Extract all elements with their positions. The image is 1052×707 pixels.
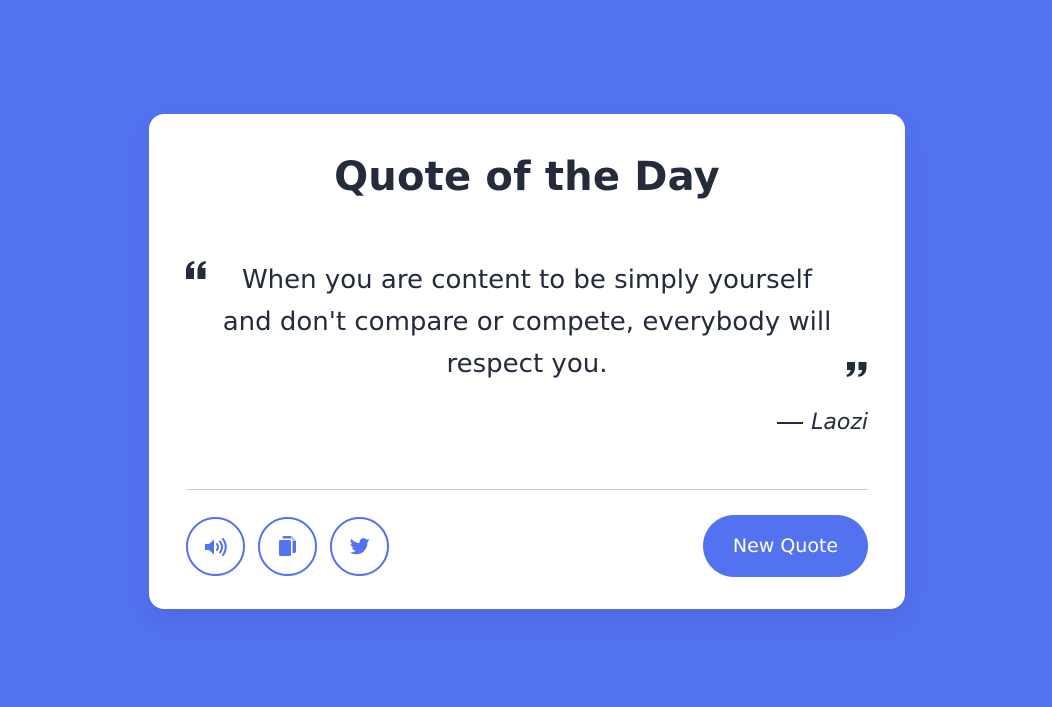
quote-card: Quote of the Day When you are content to…	[149, 114, 905, 609]
action-buttons	[186, 517, 389, 576]
author-name: Laozi	[811, 410, 868, 435]
quote-left-icon	[186, 261, 207, 279]
twitter-icon	[349, 538, 370, 555]
copy-button[interactable]	[258, 517, 317, 576]
speak-button[interactable]	[186, 517, 245, 576]
new-quote-button[interactable]: New Quote	[703, 515, 868, 577]
author: Laozi	[777, 410, 868, 435]
divider	[186, 489, 868, 490]
copy-icon	[278, 535, 296, 556]
volume-icon	[204, 537, 227, 556]
page-title: Quote of the Day	[334, 154, 720, 200]
quote-right-icon	[846, 362, 867, 377]
author-dash	[777, 421, 804, 424]
quote-text: When you are content to be simply yourse…	[222, 265, 832, 379]
twitter-button[interactable]	[330, 517, 389, 576]
